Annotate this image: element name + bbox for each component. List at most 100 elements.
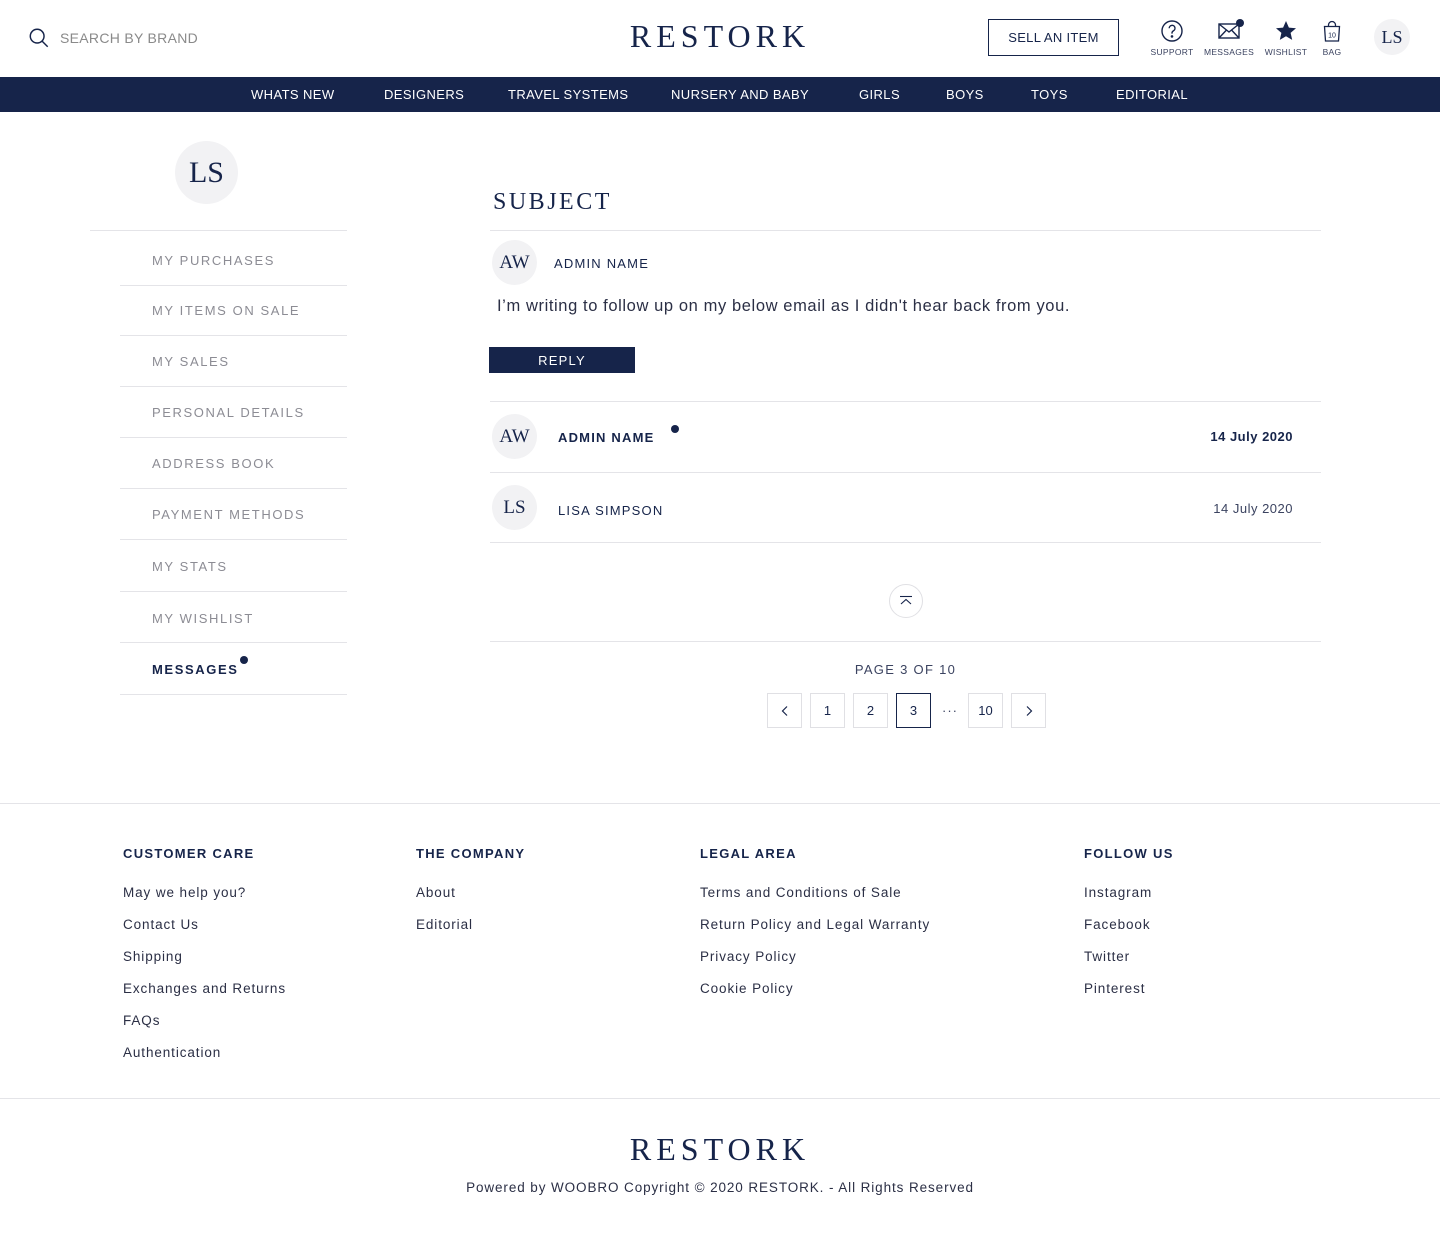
footer-divider bbox=[0, 1098, 1440, 1099]
star-icon bbox=[1276, 21, 1296, 40]
bag-icon: 10 bbox=[1323, 20, 1341, 42]
footer-column-follow-us: FOLLOW US Instagram Facebook Twitter Pin… bbox=[1084, 846, 1174, 997]
footer-heading: LEGAL AREA bbox=[700, 846, 797, 861]
footer-column-the-company: THE COMPANY About Editorial bbox=[416, 846, 525, 933]
footer-link[interactable]: Privacy Policy bbox=[700, 949, 930, 965]
support-link[interactable]: SUPPORT bbox=[1142, 19, 1202, 57]
sidebar-item-my-sales[interactable]: MY SALES bbox=[120, 336, 347, 387]
chevron-left-icon bbox=[781, 705, 787, 716]
sidebar-item-label: PERSONAL DETAILS bbox=[152, 405, 305, 420]
bag-link[interactable]: 10 BAG bbox=[1302, 19, 1362, 57]
footer-link[interactable]: Exchanges and Returns bbox=[123, 981, 286, 997]
unread-dot bbox=[671, 425, 679, 433]
nav-item-designers[interactable]: DESIGNERS bbox=[384, 77, 464, 112]
page-indicator-text: PAGE 3 OF 10 bbox=[854, 662, 957, 677]
message-date: 14 July 2020 bbox=[1213, 501, 1293, 516]
chevron-up-icon bbox=[900, 595, 912, 605]
messages-label: MESSAGES bbox=[1203, 47, 1255, 57]
sidebar-item-my-purchases[interactable]: MY PURCHASES bbox=[120, 231, 347, 286]
main-nav: WHATS NEW DESIGNERS TRAVEL SYSTEMS NURSE… bbox=[0, 77, 1440, 112]
footer-link[interactable]: Facebook bbox=[1084, 917, 1174, 933]
sidebar-item-label: MY STATS bbox=[152, 559, 228, 574]
sidebar-avatar: LS bbox=[175, 141, 238, 204]
next-page-button[interactable] bbox=[1011, 693, 1046, 728]
footer-link[interactable]: Shipping bbox=[123, 949, 286, 965]
thread-subject: SUBJECT bbox=[493, 189, 612, 215]
sender-name: LISA SIMPSON bbox=[558, 503, 664, 518]
footer-link[interactable]: Editorial bbox=[416, 917, 525, 933]
copyright-container: Powered by WOOBRO Copyright © 2020 RESTO… bbox=[0, 1180, 1440, 1195]
message-row[interactable]: LS LISA SIMPSON 14 July 2020 bbox=[490, 473, 1321, 542]
wishlist-label: WISHLIST bbox=[1264, 47, 1308, 57]
page-10-button[interactable]: 10 bbox=[968, 693, 1003, 728]
search-icon[interactable] bbox=[28, 27, 50, 49]
reply-button[interactable]: REPLY bbox=[489, 347, 635, 373]
search-bar[interactable] bbox=[28, 26, 260, 50]
copyright-text: Powered by WOOBRO Copyright © 2020 RESTO… bbox=[466, 1180, 974, 1195]
footer-link[interactable]: Contact Us bbox=[123, 917, 286, 933]
message-body: I’m writing to follow up on my below ema… bbox=[497, 297, 1071, 315]
footer-link[interactable]: Return Policy and Legal Warranty bbox=[700, 917, 930, 933]
page-2-button[interactable]: 2 bbox=[853, 693, 888, 728]
previous-page-button[interactable] bbox=[767, 693, 802, 728]
footer-heading: THE COMPANY bbox=[416, 846, 526, 861]
sidebar-item-label: MY SALES bbox=[152, 354, 230, 369]
sidebar-item-messages[interactable]: MESSAGES bbox=[120, 643, 347, 695]
message-date: 14 July 2020 bbox=[1210, 429, 1293, 444]
sender-avatar: AW bbox=[492, 240, 537, 285]
sidebar-item-personal-details[interactable]: PERSONAL DETAILS bbox=[120, 387, 347, 438]
footer-link[interactable]: About bbox=[416, 885, 525, 901]
support-label: SUPPORT bbox=[1150, 47, 1194, 57]
sell-an-item-button[interactable]: SELL AN ITEM bbox=[988, 19, 1119, 56]
sidebar-item-my-items-on-sale[interactable]: MY ITEMS ON SALE bbox=[120, 286, 347, 336]
sidebar-item-my-wishlist[interactable]: MY WISHLIST bbox=[120, 592, 347, 643]
nav-item-toys[interactable]: TOYS bbox=[1031, 77, 1068, 112]
footer-heading: FOLLOW US bbox=[1084, 846, 1174, 861]
messages-notification-dot bbox=[1236, 19, 1244, 27]
sidebar-item-label: MESSAGES bbox=[152, 662, 239, 677]
sidebar-item-label: ADDRESS BOOK bbox=[152, 456, 276, 471]
footer-column-legal-area: LEGAL AREA Terms and Conditions of Sale … bbox=[700, 846, 930, 997]
page-1-button[interactable]: 1 bbox=[810, 693, 845, 728]
page-indicator: PAGE 3 OF 10 bbox=[490, 662, 1321, 677]
footer-link[interactable]: Terms and Conditions of Sale bbox=[700, 885, 930, 901]
nav-item-editorial[interactable]: EDITORIAL bbox=[1116, 77, 1188, 112]
footer-column-customer-care: CUSTOMER CARE May we help you? Contact U… bbox=[123, 846, 286, 1061]
nav-item-travel-systems[interactable]: TRAVEL SYSTEMS bbox=[508, 77, 628, 112]
message-row[interactable]: AW ADMIN NAME 14 July 2020 bbox=[490, 402, 1321, 472]
messages-link[interactable]: MESSAGES bbox=[1199, 19, 1259, 57]
footer-link[interactable]: Pinterest bbox=[1084, 981, 1174, 997]
footer-link[interactable]: Twitter bbox=[1084, 949, 1174, 965]
sidebar-item-address-book[interactable]: ADDRESS BOOK bbox=[120, 438, 347, 489]
footer-link[interactable]: May we help you? bbox=[123, 885, 286, 901]
sender-avatar: AW bbox=[492, 414, 537, 459]
nav-item-girls[interactable]: GIRLS bbox=[859, 77, 900, 112]
footer-logo-container: RESTORK bbox=[0, 1131, 1440, 1168]
user-avatar[interactable]: LS bbox=[1374, 19, 1410, 55]
divider bbox=[490, 542, 1321, 543]
sidebar-item-payment-methods[interactable]: PAYMENT METHODS bbox=[120, 489, 347, 540]
sender-name: ADMIN NAME bbox=[554, 256, 650, 271]
chevron-right-icon bbox=[1026, 705, 1032, 716]
nav-item-whats-new[interactable]: WHATS NEW bbox=[251, 77, 335, 112]
nav-item-boys[interactable]: BOYS bbox=[946, 77, 984, 112]
pagination-ellipsis: ··· bbox=[942, 703, 958, 718]
footer-link[interactable]: Authentication bbox=[123, 1045, 286, 1061]
footer-link[interactable]: Cookie Policy bbox=[700, 981, 930, 997]
search-input[interactable] bbox=[60, 30, 260, 46]
sidebar-item-label: MY ITEMS ON SALE bbox=[152, 303, 301, 318]
sidebar-item-my-stats[interactable]: MY STATS bbox=[120, 540, 347, 592]
sender-avatar: LS bbox=[492, 485, 537, 530]
nav-item-nursery-and-baby[interactable]: NURSERY AND BABY bbox=[671, 77, 809, 112]
scroll-to-top-button[interactable] bbox=[889, 584, 923, 618]
footer-heading: CUSTOMER CARE bbox=[123, 846, 255, 861]
bag-count: 10 bbox=[1328, 33, 1336, 40]
footer-link[interactable]: FAQs bbox=[123, 1013, 286, 1029]
footer-logo[interactable]: RESTORK bbox=[630, 1131, 810, 1167]
divider bbox=[490, 641, 1321, 642]
site-logo[interactable]: RESTORK bbox=[630, 18, 810, 54]
footer-link[interactable]: Instagram bbox=[1084, 885, 1174, 901]
divider bbox=[490, 230, 1321, 231]
site-header: RESTORK SELL AN ITEM SUPPORT MESSAGES WI… bbox=[0, 0, 1440, 77]
page-3-button[interactable]: 3 bbox=[896, 693, 931, 728]
